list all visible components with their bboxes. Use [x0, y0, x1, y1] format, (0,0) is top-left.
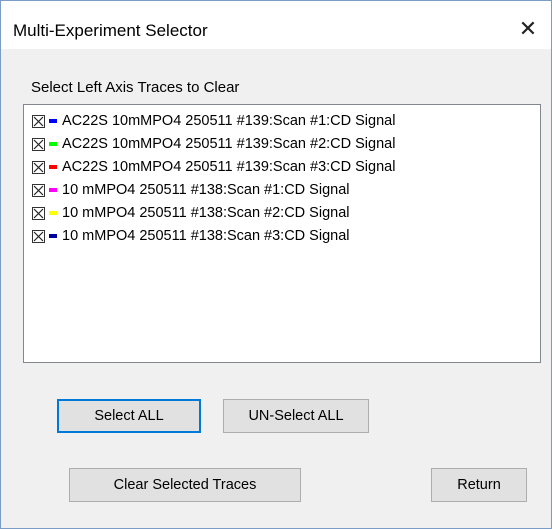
- trace-color-swatch: [49, 142, 57, 146]
- trace-label: 10 mMPO4 250511 #138:Scan #1:CD Signal: [62, 182, 350, 198]
- trace-label: 10 mMPO4 250511 #138:Scan #3:CD Signal: [62, 228, 350, 244]
- trace-label: 10 mMPO4 250511 #138:Scan #2:CD Signal: [62, 205, 350, 221]
- trace-color-swatch: [49, 165, 57, 169]
- checkbox[interactable]: [32, 206, 45, 220]
- trace-label: AC22S 10mMPO4 250511 #139:Scan #3:CD Sig…: [62, 159, 396, 175]
- checkbox[interactable]: [32, 137, 45, 151]
- trace-item[interactable]: AC22S 10mMPO4 250511 #139:Scan #3:CD Sig…: [32, 156, 395, 178]
- return-button[interactable]: Return: [431, 468, 527, 502]
- trace-item[interactable]: 10 mMPO4 250511 #138:Scan #3:CD Signal: [32, 225, 350, 247]
- checkbox[interactable]: [32, 160, 45, 174]
- trace-item[interactable]: 10 mMPO4 250511 #138:Scan #2:CD Signal: [32, 202, 350, 224]
- trace-item[interactable]: AC22S 10mMPO4 250511 #139:Scan #2:CD Sig…: [32, 133, 395, 155]
- checkbox[interactable]: [32, 229, 45, 243]
- trace-color-swatch: [49, 234, 57, 238]
- trace-color-swatch: [49, 119, 57, 123]
- select-all-button[interactable]: Select ALL: [57, 399, 201, 433]
- title-bar: Multi-Experiment Selector ✕: [1, 1, 551, 49]
- unselect-all-button[interactable]: UN-Select ALL: [223, 399, 369, 433]
- trace-color-swatch: [49, 188, 57, 192]
- trace-label: AC22S 10mMPO4 250511 #139:Scan #2:CD Sig…: [62, 136, 396, 152]
- list-label: Select Left Axis Traces to Clear: [31, 79, 240, 96]
- trace-item[interactable]: 10 mMPO4 250511 #138:Scan #1:CD Signal: [32, 179, 350, 201]
- trace-label: AC22S 10mMPO4 250511 #139:Scan #1:CD Sig…: [62, 113, 396, 129]
- trace-item[interactable]: AC22S 10mMPO4 250511 #139:Scan #1:CD Sig…: [32, 110, 395, 132]
- checkbox[interactable]: [32, 183, 45, 197]
- dialog-window: Multi-Experiment Selector ✕ Select Left …: [0, 0, 552, 529]
- checkbox[interactable]: [32, 114, 45, 128]
- clear-selected-traces-button[interactable]: Clear Selected Traces: [69, 468, 301, 502]
- close-icon[interactable]: ✕: [505, 9, 551, 49]
- trace-listbox[interactable]: AC22S 10mMPO4 250511 #139:Scan #1:CD Sig…: [23, 104, 541, 363]
- trace-color-swatch: [49, 211, 57, 215]
- window-title: Multi-Experiment Selector: [13, 21, 208, 40]
